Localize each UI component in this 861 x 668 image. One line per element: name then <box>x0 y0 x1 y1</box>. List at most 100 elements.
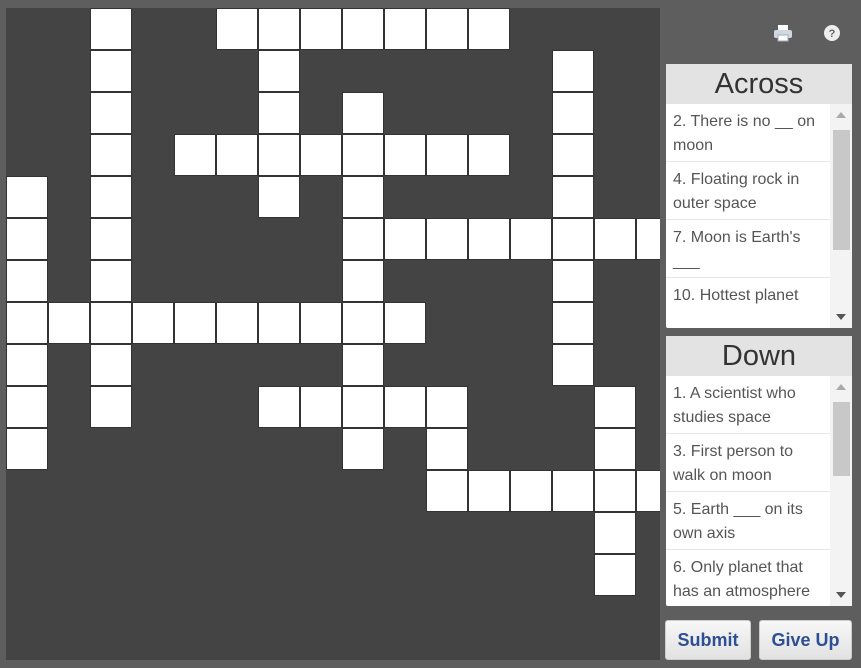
clue-item[interactable]: 5. Earth ___ on its own axis <box>666 492 852 550</box>
help-icon[interactable]: ? <box>821 22 843 44</box>
grid-cell[interactable] <box>6 428 48 470</box>
grid-cell[interactable] <box>258 302 300 344</box>
grid-cell[interactable] <box>342 344 384 386</box>
grid-cell[interactable] <box>468 218 510 260</box>
grid-cell[interactable] <box>300 302 342 344</box>
grid-cell[interactable] <box>636 470 660 512</box>
grid-cell[interactable] <box>594 554 636 596</box>
grid-cell[interactable] <box>552 302 594 344</box>
grid-cell[interactable] <box>90 50 132 92</box>
grid-cell[interactable] <box>90 176 132 218</box>
grid-cell[interactable] <box>258 134 300 176</box>
across-scrollbar[interactable] <box>830 104 852 328</box>
grid-cell[interactable] <box>90 92 132 134</box>
grid-cell[interactable] <box>90 134 132 176</box>
grid-cell[interactable] <box>132 302 174 344</box>
grid-cell[interactable] <box>6 218 48 260</box>
grid-cell[interactable] <box>342 428 384 470</box>
grid-cell[interactable] <box>258 386 300 428</box>
grid-cell[interactable] <box>342 260 384 302</box>
grid-cell[interactable] <box>426 470 468 512</box>
grid-cell[interactable] <box>258 8 300 50</box>
grid-cell[interactable] <box>90 218 132 260</box>
clue-item[interactable]: 10. Hottest planet <box>666 278 852 328</box>
grid-cell[interactable] <box>594 470 636 512</box>
grid-cell[interactable] <box>90 302 132 344</box>
grid-cell[interactable] <box>384 386 426 428</box>
across-clue-list[interactable]: 2. There is no __ on moon 4. Floating roc… <box>666 104 852 328</box>
grid-cell[interactable] <box>552 470 594 512</box>
grid-cell[interactable] <box>342 386 384 428</box>
grid-cell[interactable] <box>384 218 426 260</box>
grid-cell[interactable] <box>594 428 636 470</box>
grid-cell[interactable] <box>300 8 342 50</box>
grid-cell[interactable] <box>510 470 552 512</box>
clue-item[interactable]: 4. Floating rock in outer space <box>666 162 852 220</box>
grid-cell[interactable] <box>468 8 510 50</box>
grid-cell[interactable] <box>594 386 636 428</box>
clue-item[interactable]: 7. Moon is Earth's ___ <box>666 220 852 278</box>
give-up-button[interactable]: Give Up <box>759 620 852 660</box>
grid-cell[interactable] <box>384 302 426 344</box>
grid-cell[interactable] <box>258 176 300 218</box>
grid-cell[interactable] <box>300 386 342 428</box>
scroll-down-icon[interactable] <box>836 592 846 598</box>
grid-cell[interactable] <box>48 302 90 344</box>
scroll-down-icon[interactable] <box>836 314 846 320</box>
grid-cell[interactable] <box>6 176 48 218</box>
grid-cell[interactable] <box>552 344 594 386</box>
grid-cell[interactable] <box>552 50 594 92</box>
grid-cell[interactable] <box>552 218 594 260</box>
grid-cell[interactable] <box>552 134 594 176</box>
grid-cell[interactable] <box>90 386 132 428</box>
grid-cell[interactable] <box>552 92 594 134</box>
clue-item[interactable]: 3. First person to walk on moon <box>666 434 852 492</box>
grid-cell[interactable] <box>342 8 384 50</box>
grid-cell[interactable] <box>174 302 216 344</box>
grid-cell[interactable] <box>90 8 132 50</box>
grid-cell[interactable] <box>594 218 636 260</box>
clue-item[interactable]: 2. There is no __ on moon <box>666 104 852 162</box>
across-panel: Across 2. There is no __ on moon 4. Float… <box>666 64 852 328</box>
grid-cell[interactable] <box>426 134 468 176</box>
grid-cell[interactable] <box>216 134 258 176</box>
grid-cell[interactable] <box>6 302 48 344</box>
grid-cell[interactable] <box>342 92 384 134</box>
grid-cell[interactable] <box>384 134 426 176</box>
grid-cell[interactable] <box>174 134 216 176</box>
grid-cell[interactable] <box>90 344 132 386</box>
grid-cell[interactable] <box>636 218 660 260</box>
grid-cell[interactable] <box>6 344 48 386</box>
submit-button[interactable]: Submit <box>665 620 751 660</box>
down-clue-list[interactable]: 1. A scientist who studies space 3. First… <box>666 376 852 606</box>
grid-cell[interactable] <box>426 428 468 470</box>
grid-cell[interactable] <box>300 134 342 176</box>
grid-cell[interactable] <box>342 302 384 344</box>
grid-cell[interactable] <box>552 176 594 218</box>
grid-cell[interactable] <box>90 260 132 302</box>
grid-cell[interactable] <box>510 218 552 260</box>
grid-cell[interactable] <box>216 302 258 344</box>
grid-cell[interactable] <box>552 260 594 302</box>
scroll-up-icon[interactable] <box>836 112 846 118</box>
clue-item[interactable]: 1. A scientist who studies space <box>666 376 852 434</box>
grid-cell[interactable] <box>6 386 48 428</box>
grid-cell[interactable] <box>426 8 468 50</box>
printer-icon[interactable] <box>772 22 794 44</box>
grid-cell[interactable] <box>468 470 510 512</box>
grid-cell[interactable] <box>258 92 300 134</box>
grid-cell[interactable] <box>594 512 636 554</box>
grid-cell[interactable] <box>342 134 384 176</box>
grid-cell[interactable] <box>426 218 468 260</box>
grid-cell[interactable] <box>384 8 426 50</box>
grid-cell[interactable] <box>6 260 48 302</box>
scroll-up-icon[interactable] <box>836 384 846 390</box>
grid-cell[interactable] <box>216 8 258 50</box>
grid-cell[interactable] <box>342 176 384 218</box>
grid-cell[interactable] <box>426 386 468 428</box>
grid-cell[interactable] <box>258 50 300 92</box>
clue-item[interactable]: 6. Only planet that has an atmosphere <box>666 550 852 606</box>
grid-cell[interactable] <box>468 134 510 176</box>
down-scrollbar[interactable] <box>830 376 852 606</box>
grid-cell[interactable] <box>342 218 384 260</box>
